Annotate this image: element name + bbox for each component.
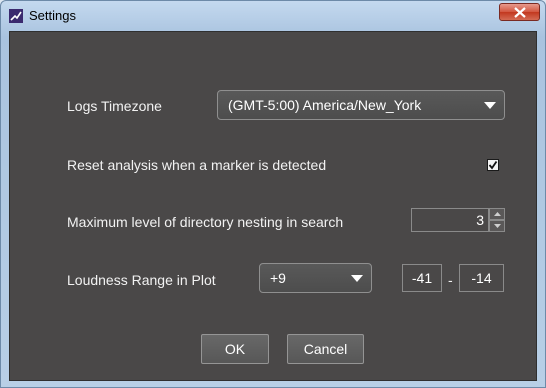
ok-button[interactable]: OK (201, 334, 269, 364)
loudness-preset-value: +9 (270, 270, 286, 286)
timezone-dropdown[interactable]: (GMT-5:00) America/New_York (217, 90, 505, 120)
loudness-label: Loudness Range in Plot (67, 272, 216, 288)
loudness-preset-dropdown[interactable]: +9 (259, 263, 372, 293)
spinner-down-button[interactable] (489, 220, 505, 232)
settings-panel: Logs Timezone (GMT-5:00) America/New_Yor… (9, 31, 537, 381)
reset-on-marker-checkbox[interactable] (487, 159, 499, 171)
loudness-max-field[interactable]: -14 (459, 264, 504, 292)
check-icon (488, 160, 498, 170)
close-icon (514, 7, 526, 18)
arrow-up-icon (494, 212, 501, 216)
nesting-spinner-input[interactable]: 3 (411, 208, 489, 232)
chevron-down-icon (351, 275, 363, 282)
window-title: Settings (29, 8, 76, 23)
range-separator: - (448, 272, 453, 288)
timezone-value: (GMT-5:00) America/New_York (228, 97, 422, 113)
cancel-button[interactable]: Cancel (287, 334, 364, 364)
app-icon (9, 9, 23, 23)
settings-dialog: Settings Logs Timezone (GMT-5:00) Americ… (0, 0, 546, 388)
arrow-down-icon (494, 224, 501, 228)
nesting-value: 3 (476, 212, 484, 228)
chevron-down-icon (484, 102, 496, 109)
spinner-up-button[interactable] (489, 208, 505, 220)
reset-on-marker-label: Reset analysis when a marker is detected (67, 157, 327, 173)
title-bar[interactable]: Settings (1, 1, 545, 31)
nesting-label: Maximum level of directory nesting in se… (67, 214, 344, 230)
loudness-min-field[interactable]: -41 (402, 264, 442, 292)
close-button[interactable] (499, 3, 540, 21)
timezone-label: Logs Timezone (67, 98, 162, 114)
